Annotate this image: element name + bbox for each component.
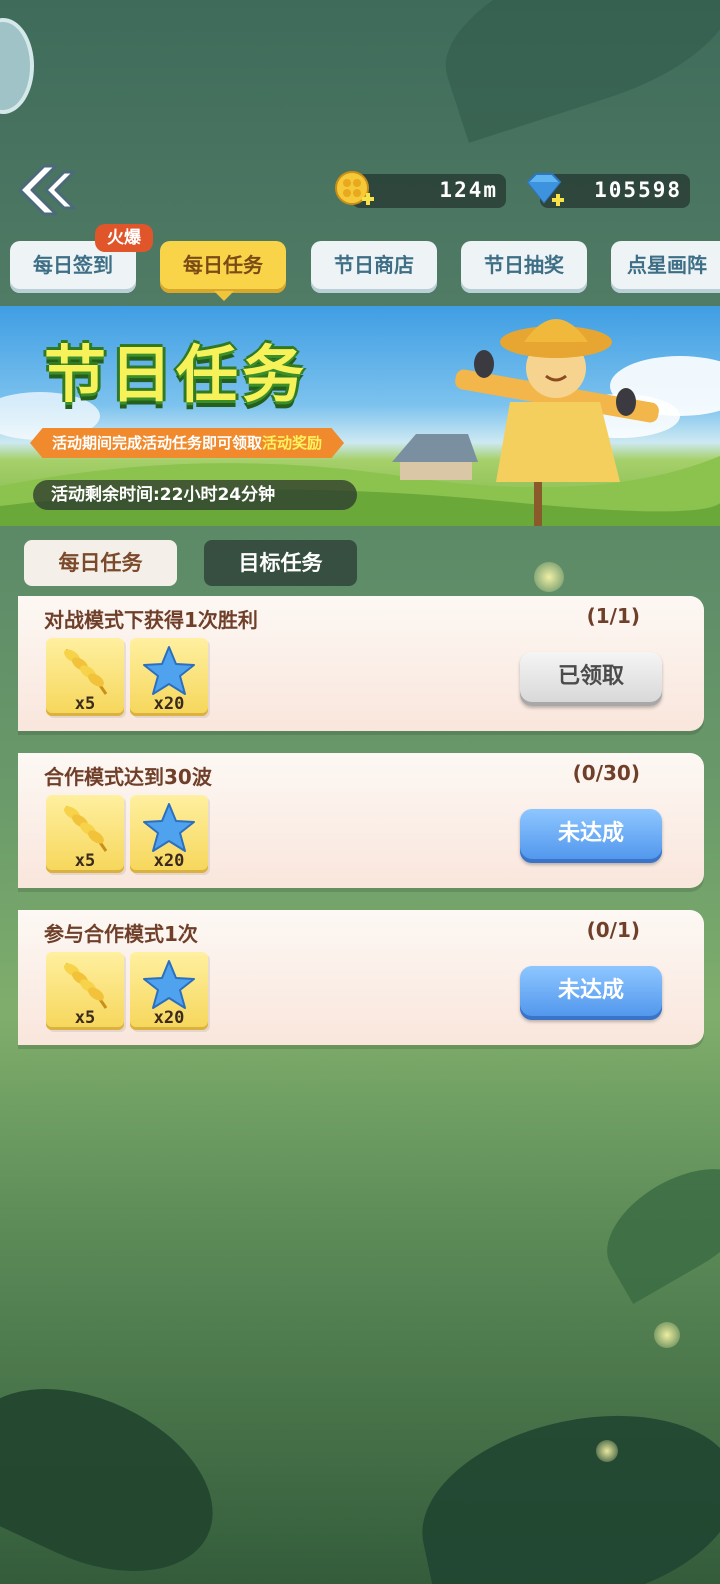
tab-star-array[interactable]: 点星画阵 [611, 241, 720, 293]
back-button[interactable] [14, 162, 80, 218]
reward-item[interactable]: x20 [130, 952, 208, 1030]
task-progress: (1/1) [586, 604, 640, 628]
tab-daily-tasks[interactable]: 每日任务 [160, 241, 286, 293]
background-leaf [588, 1146, 720, 1304]
task-progress: (0/30) [572, 761, 640, 785]
banner-title: 节日任务 [44, 338, 309, 411]
tab-label: 点星画阵 [627, 253, 707, 277]
wheat-icon [64, 962, 108, 1009]
task-progress: (0/1) [586, 918, 640, 942]
blue-star-icon [143, 960, 195, 1009]
wheat-icon [64, 648, 108, 695]
not-achieved-button[interactable]: 未达成 [520, 809, 662, 863]
hot-badge: 火爆 [95, 224, 153, 252]
gem-amount: 105598 [594, 178, 682, 202]
task-title: 对战模式下获得1次胜利 [44, 608, 258, 632]
subtab-goal-tasks[interactable]: 目标任务 [204, 540, 357, 586]
background-leaf [425, 0, 720, 143]
double-chevron-left-icon [18, 164, 76, 216]
reward-quantity: x20 [153, 694, 185, 714]
banner-subtitle-highlight: 活动奖励 [262, 434, 323, 452]
reward-quantity: x5 [74, 851, 96, 871]
reward-quantity: x20 [153, 851, 185, 871]
clover-coin-icon [334, 170, 374, 210]
reward-quantity: x5 [74, 1008, 96, 1028]
reward-item[interactable]: x20 [130, 795, 208, 873]
corner-medallion-icon [0, 18, 34, 114]
tab-label: 每日任务 [183, 253, 263, 277]
diamond-gem-icon [522, 170, 566, 210]
firefly-glow [534, 562, 564, 592]
claimed-button[interactable]: 已领取 [520, 652, 662, 706]
reward-item[interactable]: x5 [46, 952, 124, 1030]
reward-quantity: x5 [74, 694, 96, 714]
task-title: 参与合作模式1次 [44, 922, 198, 946]
wheat-icon [64, 805, 108, 852]
reward-item[interactable]: x20 [130, 638, 208, 716]
banner-subtitle-text: 活动期间完成活动任务即可领取 [52, 434, 263, 452]
tab-label: 每日签到 [33, 253, 113, 277]
tab-label: 节日抽奖 [484, 253, 564, 277]
firefly-glow [654, 1322, 680, 1348]
festival-banner: 节日任务 活动期间完成活动任务即可领取活动奖励 活动剩余时间:22小时24分钟 [0, 306, 720, 526]
tab-festival-lottery[interactable]: 节日抽奖 [461, 241, 587, 293]
event-countdown: 活动剩余时间:22小时24分钟 [33, 480, 357, 510]
tab-festival-shop[interactable]: 节日商店 [311, 241, 437, 293]
tab-label: 节日商店 [334, 253, 414, 277]
blue-star-icon [143, 803, 195, 852]
background-leaf [0, 1352, 242, 1584]
firefly-glow [596, 1440, 618, 1462]
task-card: 合作模式达到30波 (0/30) x5 x20 未达成 [18, 753, 704, 888]
reward-quantity: x20 [153, 1008, 185, 1028]
blue-star-icon [143, 646, 195, 695]
task-card: 参与合作模式1次 (0/1) x5 x20 未达成 [18, 910, 704, 1045]
subtab-daily-tasks[interactable]: 每日任务 [24, 540, 177, 586]
not-achieved-button[interactable]: 未达成 [520, 966, 662, 1020]
background-leaf [404, 1388, 720, 1584]
coin-amount: 124m [439, 178, 498, 202]
active-tab-pointer [214, 291, 234, 301]
banner-subtitle: 活动期间完成活动任务即可领取活动奖励 [30, 428, 345, 458]
reward-item[interactable]: x5 [46, 795, 124, 873]
reward-item[interactable]: x5 [46, 638, 124, 716]
task-card: 对战模式下获得1次胜利 (1/1) x5 x20 已领取 [18, 596, 704, 731]
task-title: 合作模式达到30波 [44, 765, 212, 789]
